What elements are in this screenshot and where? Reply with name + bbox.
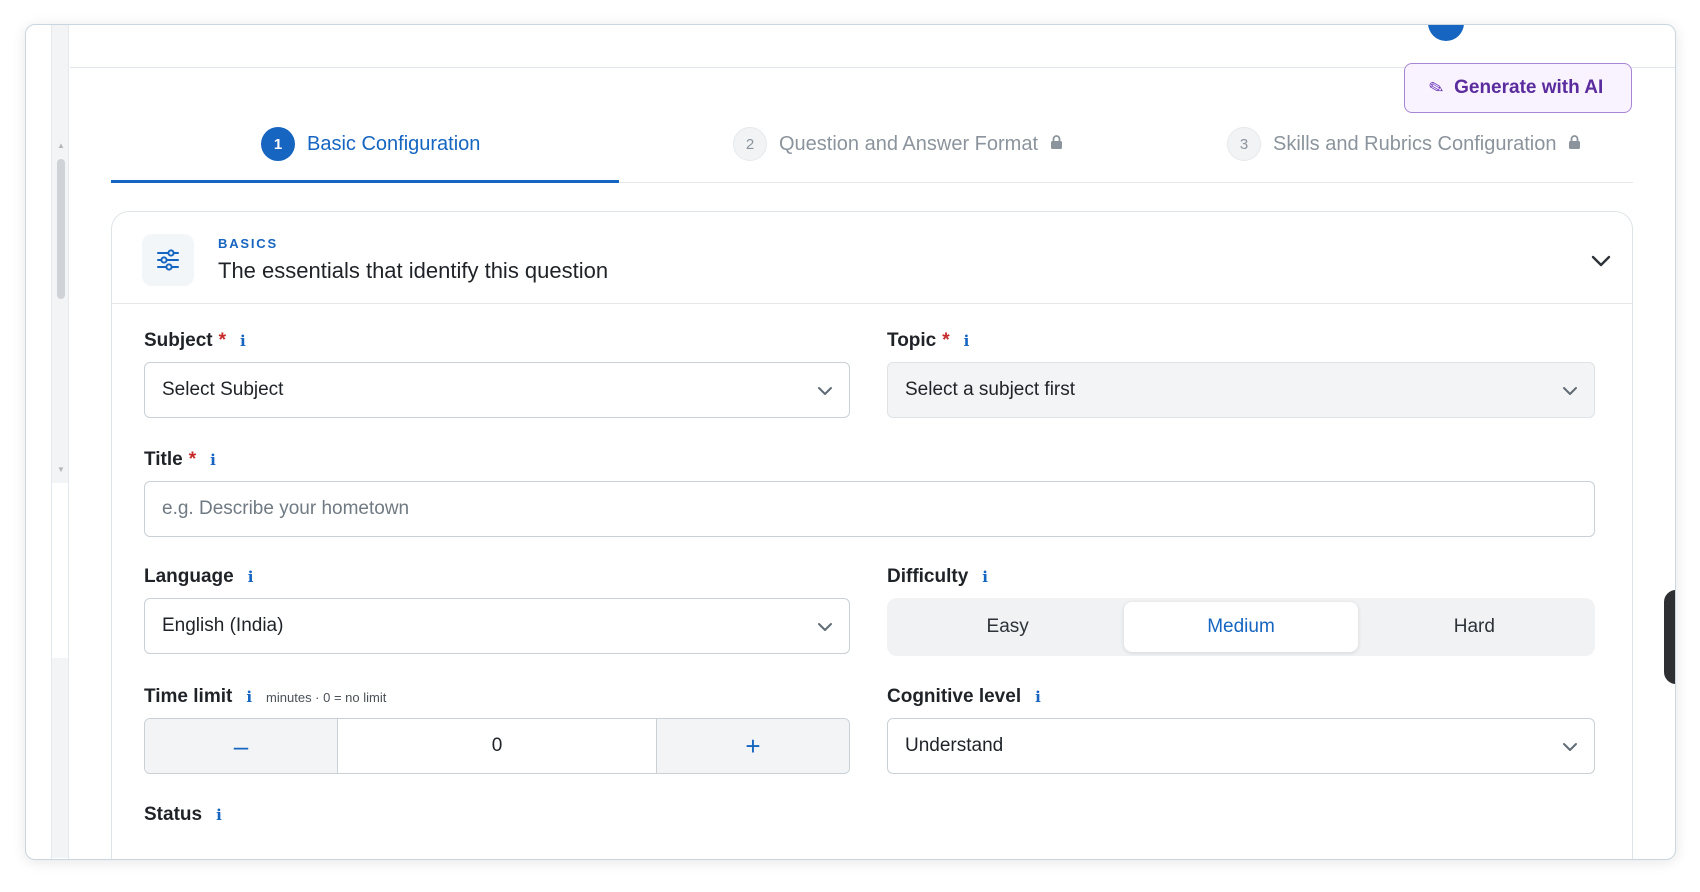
side-panel-handle[interactable] (1664, 590, 1675, 684)
difficulty-label: Difficulty i (887, 566, 988, 588)
subject-select[interactable]: Select Subject (144, 362, 850, 418)
increment-button[interactable]: + (657, 719, 849, 773)
time-limit-label: Time limit i minutes · 0 = no limit (144, 686, 386, 708)
tab-label: Basic Configuration (307, 132, 481, 155)
language-select[interactable]: English (India) (144, 598, 850, 654)
title-label: Title * i (144, 449, 216, 471)
step-tabs: 1 Basic Configuration 2 Question and Ans… (111, 105, 1633, 183)
time-limit-label-text: Time limit (144, 686, 233, 707)
basics-card: BASICS The essentials that identify this… (111, 211, 1633, 859)
scroll-down-icon[interactable]: ▼ (57, 465, 65, 474)
section-title: The essentials that identify this questi… (218, 258, 609, 283)
difficulty-option-hard[interactable]: Hard (1358, 602, 1591, 652)
basics-card-header[interactable]: BASICS The essentials that identify this… (112, 212, 1632, 304)
topic-select[interactable]: Select a subject first (887, 362, 1595, 418)
avatar[interactable] (1428, 25, 1464, 41)
sliders-icon (142, 234, 194, 286)
section-kicker: BASICS (218, 236, 278, 251)
info-icon[interactable]: i (1035, 688, 1041, 706)
subject-label-text: Subject (144, 330, 213, 351)
magic-wand-icon: ✎ (1426, 75, 1447, 100)
chevron-down-icon (815, 381, 835, 407)
step-number: 3 (1227, 127, 1261, 161)
chevron-down-icon (815, 617, 835, 643)
info-icon[interactable]: i (216, 806, 222, 824)
cognitive-level-select[interactable]: Understand (887, 718, 1595, 774)
step-number: 2 (733, 127, 767, 161)
status-label: Status i (144, 804, 222, 826)
lock-icon (1050, 134, 1063, 154)
step-number: 1 (261, 127, 295, 161)
cognitive-level-select-value: Understand (905, 735, 1004, 756)
app-window: ▲ ▼ ✎ Generate with AI 1 Basic Configura… (25, 24, 1676, 860)
difficulty-segmented-control: Easy Medium Hard (887, 598, 1595, 656)
decrement-button[interactable]: – (145, 719, 337, 773)
scroll-up-icon[interactable]: ▲ (57, 141, 65, 150)
tab-label: Question and Answer Format (779, 132, 1039, 155)
language-label: Language i (144, 566, 253, 588)
difficulty-label-text: Difficulty (887, 566, 969, 587)
info-icon[interactable]: i (248, 568, 254, 586)
scroll-track-lower (52, 658, 68, 858)
scroll-edge (68, 25, 69, 859)
info-icon[interactable]: i (210, 451, 216, 469)
chevron-down-icon (1560, 381, 1580, 407)
info-icon[interactable]: i (982, 568, 988, 586)
topic-select-value: Select a subject first (905, 379, 1076, 400)
info-icon[interactable]: i (964, 332, 970, 350)
tab-basic-configuration[interactable]: 1 Basic Configuration (261, 105, 480, 183)
generate-with-ai-label: Generate with AI (1454, 77, 1604, 98)
subject-label: Subject * i (144, 330, 246, 352)
time-limit-value[interactable]: 0 (337, 719, 657, 773)
tab-question-and-answer-format[interactable]: 2 Question and Answer Format (733, 105, 1063, 183)
info-icon[interactable]: i (240, 332, 246, 350)
left-scrollbar[interactable]: ▲ ▼ (51, 25, 70, 859)
topic-label: Topic * i (887, 330, 969, 352)
tab-label: Skills and Rubrics Configuration (1273, 132, 1557, 155)
time-limit-hint: minutes · 0 = no limit (266, 690, 387, 705)
language-label-text: Language (144, 566, 234, 587)
required-marker: * (942, 330, 950, 351)
info-icon[interactable]: i (246, 688, 252, 706)
collapse-chevron-icon[interactable] (1586, 246, 1616, 276)
active-tab-indicator (111, 180, 619, 183)
required-marker: * (188, 449, 197, 470)
topic-label-text: Topic (887, 330, 937, 351)
difficulty-option-easy[interactable]: Easy (891, 602, 1124, 652)
scroll-thumb[interactable] (57, 159, 65, 299)
time-limit-stepper: – 0 + (144, 718, 850, 774)
title-input-placeholder: e.g. Describe your hometown (162, 498, 410, 519)
language-select-value: English (India) (162, 615, 284, 636)
difficulty-option-medium[interactable]: Medium (1124, 602, 1358, 652)
cognitive-level-label-text: Cognitive level (887, 686, 1022, 707)
lock-icon (1568, 134, 1581, 154)
tab-skills-and-rubrics-configuration[interactable]: 3 Skills and Rubrics Configuration (1227, 105, 1581, 183)
status-label-text: Status (144, 804, 203, 825)
title-label-text: Title (144, 449, 183, 470)
subject-select-value: Select Subject (162, 379, 284, 400)
title-input[interactable]: e.g. Describe your hometown (144, 481, 1595, 537)
cognitive-level-label: Cognitive level i (887, 686, 1041, 708)
required-marker: * (218, 330, 227, 351)
chevron-down-icon (1560, 737, 1580, 763)
